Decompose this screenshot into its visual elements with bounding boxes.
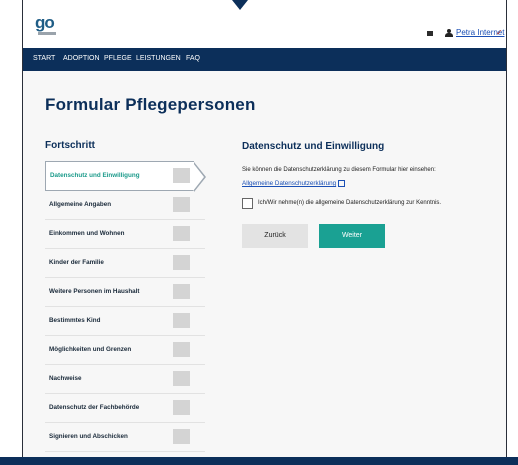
step-status-box [173, 255, 190, 270]
step-status-box [173, 313, 190, 328]
step-label: Nachweise [49, 375, 82, 382]
chevron-down-icon[interactable]: ✓ [496, 28, 503, 37]
step-status-box [173, 371, 190, 386]
step-item-datenschutz-einwilligung[interactable]: Datenschutz und Einwilligung [45, 161, 206, 192]
step-item-kinder-familie[interactable]: Kinder der Familie [45, 249, 205, 278]
step-status-box [173, 400, 190, 415]
external-link-icon [338, 180, 346, 187]
left-margin [0, 0, 22, 465]
step-item-nachweise[interactable]: Nachweise [45, 365, 205, 394]
privacy-policy-link[interactable]: Allgemeine Datenschutzerklärung [242, 180, 346, 188]
step-status-box [173, 197, 190, 212]
logo[interactable]: go [35, 13, 57, 38]
privacy-policy-link-label: Allgemeine Datenschutzerklärung [242, 180, 337, 188]
main-navigation: START ADOPTION PFLEGE LEISTUNGEN FAQ [23, 48, 506, 71]
nav-item-faq[interactable]: FAQ [186, 55, 200, 62]
step-label: Kinder der Familie [49, 259, 104, 266]
step-status-box [173, 168, 190, 183]
step-label: Einkommen und Wohnen [49, 230, 125, 237]
step-label: Weitere Personen im Haushalt [49, 288, 140, 295]
step-label: Möglichkeiten und Grenzen [49, 346, 132, 353]
step-item-datenschutz-fachbehoerde[interactable]: Datenschutz der Fachbehörde [45, 394, 205, 423]
user-icon [445, 29, 453, 38]
progress-steps: Datenschutz und Einwilligung Allgemeine … [45, 161, 206, 452]
page-title: Formular Pflegepersonen [45, 95, 256, 114]
step-item-bestimmtes-kind[interactable]: Bestimmtes Kind [45, 307, 205, 336]
mail-icon[interactable] [427, 31, 433, 36]
nav-item-adoption[interactable]: ADOPTION [63, 55, 100, 62]
privacy-info-text: Sie können die Datenschutzerklärung zu d… [242, 167, 436, 173]
site-header: go Petra Internet ✓ [23, 0, 506, 48]
progress-title: Fortschritt [45, 140, 95, 151]
logo-text: go [35, 13, 55, 32]
top-pointer-marker [232, 0, 248, 10]
step-status-box [173, 284, 190, 299]
nav-item-pflege[interactable]: PFLEGE [104, 55, 132, 62]
step-item-moeglichkeiten-grenzen[interactable]: Möglichkeiten und Grenzen [45, 336, 205, 365]
nav-item-start[interactable]: START [33, 55, 55, 62]
step-item-einkommen-wohnen[interactable]: Einkommen und Wohnen [45, 220, 205, 249]
step-item-weitere-personen[interactable]: Weitere Personen im Haushalt [45, 278, 205, 307]
step-status-box [173, 429, 190, 444]
step-item-signieren-abschicken[interactable]: Signieren und Abschicken [45, 423, 205, 452]
step-status-box [173, 226, 190, 241]
step-status-box [173, 342, 190, 357]
step-label: Datenschutz und Einwilligung [50, 172, 140, 179]
nav-item-leistungen[interactable]: LEISTUNGEN [136, 55, 181, 62]
logo-tagline [38, 32, 56, 35]
browser-frame: go Petra Internet ✓ START ADOPTION PFLEG… [22, 0, 507, 457]
step-label: Allgemeine Angaben [49, 201, 112, 208]
next-button[interactable]: Weiter [319, 224, 385, 248]
privacy-consent-label[interactable]: Ich/Wir nehme(n) die allgemeine Datensch… [258, 200, 441, 206]
step-item-allgemeine-angaben[interactable]: Allgemeine Angaben [45, 191, 205, 220]
step-label: Bestimmtes Kind [49, 317, 101, 324]
bottom-bar [0, 457, 518, 465]
step-label: Datenschutz der Fachbehörde [49, 404, 140, 411]
privacy-consent-checkbox[interactable] [242, 198, 253, 209]
back-button[interactable]: Zurück [242, 224, 308, 248]
step-label: Signieren und Abschicken [49, 433, 128, 440]
section-title: Datenschutz und Einwilligung [242, 141, 385, 152]
